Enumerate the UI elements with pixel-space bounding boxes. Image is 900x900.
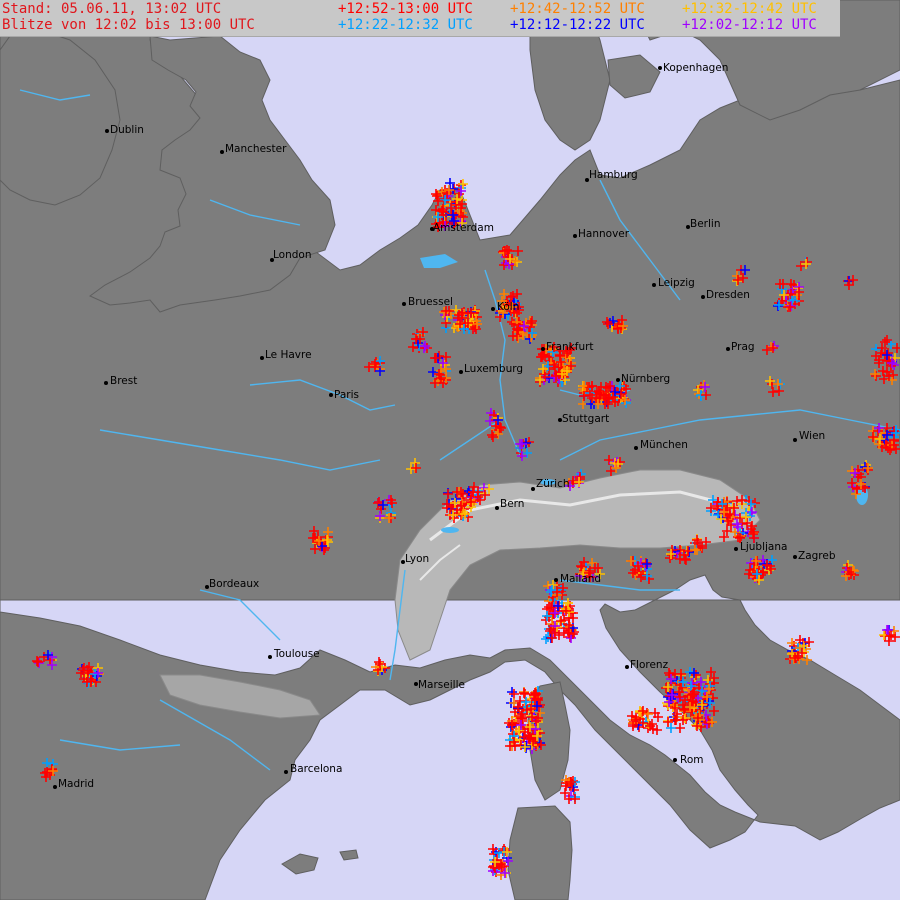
city-hamburg: Hamburg <box>585 169 638 182</box>
city-berlin: Berlin <box>686 218 720 230</box>
city-label: Marseille <box>418 679 465 691</box>
city-frankfurt: Frankfurt <box>541 341 594 353</box>
city-label: München <box>640 439 688 451</box>
city-label: Rom <box>680 754 703 766</box>
city-label: Florenz <box>630 659 669 671</box>
city-zagreb: Zagreb <box>793 550 836 562</box>
city-label: Zürich <box>536 478 570 490</box>
city-label: Nürnberg <box>621 373 670 385</box>
city-label: Hamburg <box>589 169 638 181</box>
city-label: Bruessel <box>408 296 453 308</box>
city-label: Barcelona <box>290 763 342 775</box>
city-mailand: Mailand <box>554 573 601 585</box>
legend-item: +12:32-12:42 UTC <box>682 1 817 17</box>
city-label: Le Havre <box>265 349 312 361</box>
city-label: Toulouse <box>273 648 320 660</box>
city-zuerich: Zürich <box>531 478 570 491</box>
city-luxemburg: Luxemburg <box>459 363 523 375</box>
city-label: Bordeaux <box>209 578 259 590</box>
legend-item: +12:02-12:12 UTC <box>682 17 817 33</box>
info-header: Stand: 05.06.11, 13:02 UTC Blitze von 12… <box>0 0 840 37</box>
city-leipzig: Leipzig <box>652 277 695 289</box>
city-barcelona: Barcelona <box>284 763 342 775</box>
city-label: Ljubljana <box>740 541 787 553</box>
city-hannover: Hannover <box>573 228 630 240</box>
city-label: Wien <box>799 430 825 442</box>
city-ljubljana: Ljubljana <box>734 541 787 553</box>
city-label: Bern <box>500 498 524 510</box>
city-lyon: Lyon <box>401 553 429 565</box>
legend-item: +12:52-13:00 UTC <box>338 1 473 17</box>
city-florenz: Florenz <box>625 659 669 671</box>
city-label: Dublin <box>110 124 144 136</box>
city-label: Manchester <box>225 143 287 155</box>
city-le-havre: Le Havre <box>260 349 312 361</box>
city-stuttgart: Stuttgart <box>558 413 609 425</box>
city-label: Stuttgart <box>562 413 609 425</box>
city-manchester: Manchester <box>220 143 287 155</box>
city-paris: Paris <box>329 389 359 401</box>
city-madrid: Madrid <box>53 778 94 790</box>
city-nuernberg: Nürnberg <box>616 373 670 385</box>
map-canvas: Dublin Manchester London Amsterdam Hambu… <box>0 0 900 900</box>
city-bern: Bern <box>495 498 524 510</box>
legend-item: +12:12-12:22 UTC <box>510 17 645 33</box>
city-bordeaux: Bordeaux <box>205 578 259 590</box>
time-range: Blitze von 12:02 bis 13:00 UTC <box>2 17 255 33</box>
city-label: Dresden <box>706 289 750 301</box>
city-label: Paris <box>334 389 359 401</box>
city-label: Hannover <box>578 228 630 240</box>
city-prag: Prag <box>726 341 755 353</box>
city-label: Lyon <box>405 553 429 565</box>
city-toulouse: Toulouse <box>268 648 320 660</box>
city-kopenhagen: Kopenhagen <box>658 62 728 74</box>
lake-geneva <box>441 527 459 533</box>
legend-item: +12:42-12:52 UTC <box>510 1 645 17</box>
city-label: Brest <box>110 375 137 387</box>
lightning-map: Dublin Manchester London Amsterdam Hambu… <box>0 0 900 900</box>
city-label: Luxemburg <box>464 363 523 375</box>
city-label: Berlin <box>690 218 720 230</box>
city-bruessel: Bruessel <box>402 296 453 308</box>
city-amsterdam: Amsterdam <box>430 222 494 234</box>
city-muenchen: München <box>634 439 688 451</box>
balearic-island-small <box>339 849 359 861</box>
city-label: London <box>273 249 312 261</box>
sardinia <box>507 805 573 900</box>
city-label: Leipzig <box>658 277 695 289</box>
city-dublin: Dublin <box>105 124 144 136</box>
city-marseille: Marseille <box>414 679 465 691</box>
status-timestamp: Stand: 05.06.11, 13:02 UTC <box>2 1 222 17</box>
city-london: London <box>270 249 312 262</box>
legend-item: +12:22-12:32 UTC <box>338 17 473 33</box>
city-label: Amsterdam <box>433 222 494 234</box>
city-label: Frankfurt <box>546 341 594 353</box>
city-label: Mailand <box>560 573 601 585</box>
city-dresden: Dresden <box>701 289 750 301</box>
city-label: Köln <box>497 301 519 313</box>
city-label: Zagreb <box>798 550 836 562</box>
city-label: Kopenhagen <box>663 62 728 74</box>
city-label: Madrid <box>58 778 94 790</box>
city-label: Prag <box>731 341 755 353</box>
